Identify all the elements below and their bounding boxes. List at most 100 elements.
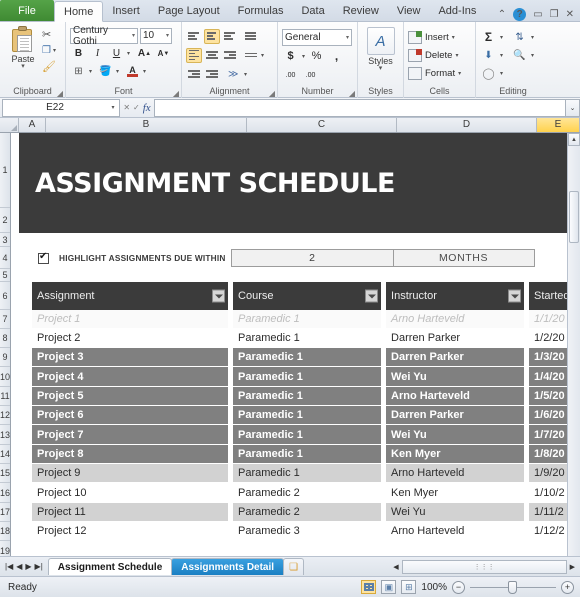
cell-course[interactable]: Paramedic 1	[233, 348, 382, 367]
ribbon-tab-file[interactable]: File	[0, 0, 54, 21]
cell-course[interactable]: Paramedic 1	[233, 367, 382, 387]
cell-course[interactable]: Paramedic 1	[233, 387, 382, 406]
collapse-ribbon-icon[interactable]: ⌃	[498, 9, 506, 20]
filter-instructor-icon[interactable]	[508, 289, 522, 303]
table-header-started[interactable]: Started	[529, 282, 569, 310]
cell-assignment[interactable]: Project 10	[32, 483, 229, 503]
sort-filter-button[interactable]: ⇅	[511, 29, 528, 46]
zoom-level[interactable]: 100%	[421, 582, 447, 593]
cell-started[interactable]: 1/3/20	[529, 348, 570, 367]
copy-button[interactable]: ❐ ▾	[42, 43, 56, 58]
merge-dropdown-icon[interactable]: ▾	[261, 52, 264, 59]
restore-icon[interactable]: ❐	[550, 9, 559, 20]
cell-started[interactable]: 1/8/20	[529, 445, 570, 464]
delete-cells-button[interactable]: Delete ▾	[408, 46, 471, 64]
name-box-dropdown-icon[interactable]: ▾	[107, 104, 119, 111]
vertical-scrollbar[interactable]: ▲	[567, 133, 580, 556]
ribbon-tab-data[interactable]: Data	[292, 0, 333, 21]
row-header-13[interactable]: 13	[0, 425, 11, 445]
orientation-button[interactable]	[243, 29, 259, 44]
column-header-c[interactable]: C	[247, 118, 397, 132]
accounting-format-button[interactable]: $	[282, 48, 299, 65]
cell-assignment[interactable]: Project 1	[32, 310, 229, 329]
ribbon-tab-page-layout[interactable]: Page Layout	[149, 0, 229, 21]
comma-format-button[interactable]: ,	[328, 48, 345, 65]
increase-indent-button[interactable]	[204, 67, 220, 82]
cell-instructor[interactable]: Wei Yu	[386, 367, 525, 387]
row-header-17[interactable]: 17	[0, 503, 11, 522]
bold-button[interactable]: B	[70, 45, 87, 62]
select-all-button[interactable]	[0, 118, 19, 132]
cell-started[interactable]: 1/5/20	[529, 387, 570, 406]
zoom-out-button[interactable]: −	[452, 580, 465, 594]
row-header-6[interactable]: 6	[0, 282, 11, 310]
horizontal-scroll-thumb[interactable]: ⋮⋮⋮	[401, 559, 567, 574]
fill-button[interactable]: ⬇	[480, 47, 497, 64]
cell-course[interactable]: Paramedic 3	[233, 522, 382, 541]
fill-color-button[interactable]: 🪣	[97, 63, 114, 80]
row-header-16[interactable]: 16	[0, 483, 11, 503]
view-page-layout-button[interactable]: ▣	[381, 580, 397, 594]
cell-assignment[interactable]: Project 9	[32, 464, 229, 483]
row-header-10[interactable]: 10	[0, 367, 11, 387]
styles-icon[interactable]: A	[366, 27, 395, 55]
font-name-combo[interactable]: Century Gothi ▾	[70, 25, 138, 47]
cell-assignment[interactable]: Project 8	[32, 445, 229, 464]
view-normal-button[interactable]	[361, 580, 377, 594]
wrap-text-button[interactable]: ≫	[226, 67, 242, 82]
table-row[interactable]: Project 2 Paramedic 1 Darren Parker 1/2/20	[11, 329, 580, 348]
paste-button[interactable]: Paste ▾	[4, 24, 42, 70]
row-header-5[interactable]: 5	[0, 269, 11, 282]
align-left-button[interactable]	[186, 47, 202, 63]
row-header-12[interactable]: 12	[0, 406, 11, 425]
table-row[interactable]: Project 4 Paramedic 1 Wei Yu 1/4/20	[11, 367, 580, 387]
ribbon-tab-insert[interactable]: Insert	[103, 0, 149, 21]
cell-assignment[interactable]: Project 12	[32, 522, 229, 541]
row-header-3[interactable]: 3	[0, 233, 11, 247]
wrap-text-dropdown-icon[interactable]: ▾	[244, 71, 247, 78]
insert-function-icon[interactable]: fx	[143, 102, 151, 114]
row-header-14[interactable]: 14	[0, 445, 11, 464]
cell-instructor[interactable]: Arno Harteveld	[386, 310, 525, 329]
cell-assignment[interactable]: Project 5	[32, 387, 229, 406]
cell-instructor[interactable]: Arno Harteveld	[386, 522, 525, 541]
sheet-nav-first-icon[interactable]: |◀	[5, 562, 13, 571]
cell-started[interactable]: 1/4/20	[529, 367, 570, 387]
cell-assignment[interactable]: Project 7	[32, 425, 229, 445]
hscroll-left-icon[interactable]: ◀	[390, 563, 401, 571]
scroll-up-button[interactable]: ▲	[568, 133, 580, 146]
row-header-1[interactable]: 1	[0, 133, 11, 208]
ribbon-tab-view[interactable]: View	[388, 0, 430, 21]
align-right-button[interactable]	[222, 48, 238, 63]
sheet-nav-last-icon[interactable]: ▶|	[35, 562, 43, 571]
cell-course[interactable]: Paramedic 1	[233, 425, 382, 445]
cell-started[interactable]: 1/12/2	[529, 522, 570, 541]
highlight-months-value[interactable]: 2	[230, 249, 394, 267]
row-header-18[interactable]: 18	[0, 522, 11, 541]
cancel-formula-icon[interactable]: ✕	[123, 103, 130, 112]
formula-input[interactable]	[154, 98, 565, 117]
ribbon-tab-formulas[interactable]: Formulas	[229, 0, 293, 21]
help-icon[interactable]: ?	[513, 8, 527, 21]
table-row[interactable]: Project 12 Paramedic 3 Arno Harteveld 1/12/…	[11, 522, 580, 541]
sheet-tab-assignment-schedule[interactable]: Assignment Schedule	[47, 558, 173, 575]
table-row[interactable]: Project 3 Paramedic 1 Darren Parker 1/3/20	[11, 348, 580, 367]
underline-dropdown-icon[interactable]: ▾	[127, 50, 130, 57]
ribbon-tab-addins[interactable]: Add-Ins	[429, 0, 485, 21]
table-header-instructor[interactable]: Instructor	[386, 282, 524, 310]
font-dialog-launcher-icon[interactable]: ◢	[173, 89, 179, 98]
decrease-indent-button[interactable]	[186, 67, 202, 82]
cell-course[interactable]: Paramedic 1	[233, 464, 382, 483]
accounting-dropdown-icon[interactable]: ▾	[302, 53, 305, 60]
filter-assignment-icon[interactable]	[212, 289, 226, 303]
minimize-icon[interactable]: ▭	[533, 9, 542, 20]
format-dropdown-icon[interactable]: ▾	[458, 70, 461, 77]
fill-dropdown-icon[interactable]: ▾	[500, 52, 503, 59]
row-header-4[interactable]: 4	[0, 247, 11, 269]
insert-cells-button[interactable]: Insert ▾	[408, 28, 471, 46]
shrink-font-button[interactable]: A ▼	[155, 45, 172, 62]
zoom-in-button[interactable]: +	[561, 580, 574, 594]
paste-dropdown-icon[interactable]: ▾	[21, 63, 25, 70]
highlight-months-unit[interactable]: MONTHS	[393, 249, 535, 267]
decrease-decimal-button[interactable]: .00	[302, 67, 319, 84]
